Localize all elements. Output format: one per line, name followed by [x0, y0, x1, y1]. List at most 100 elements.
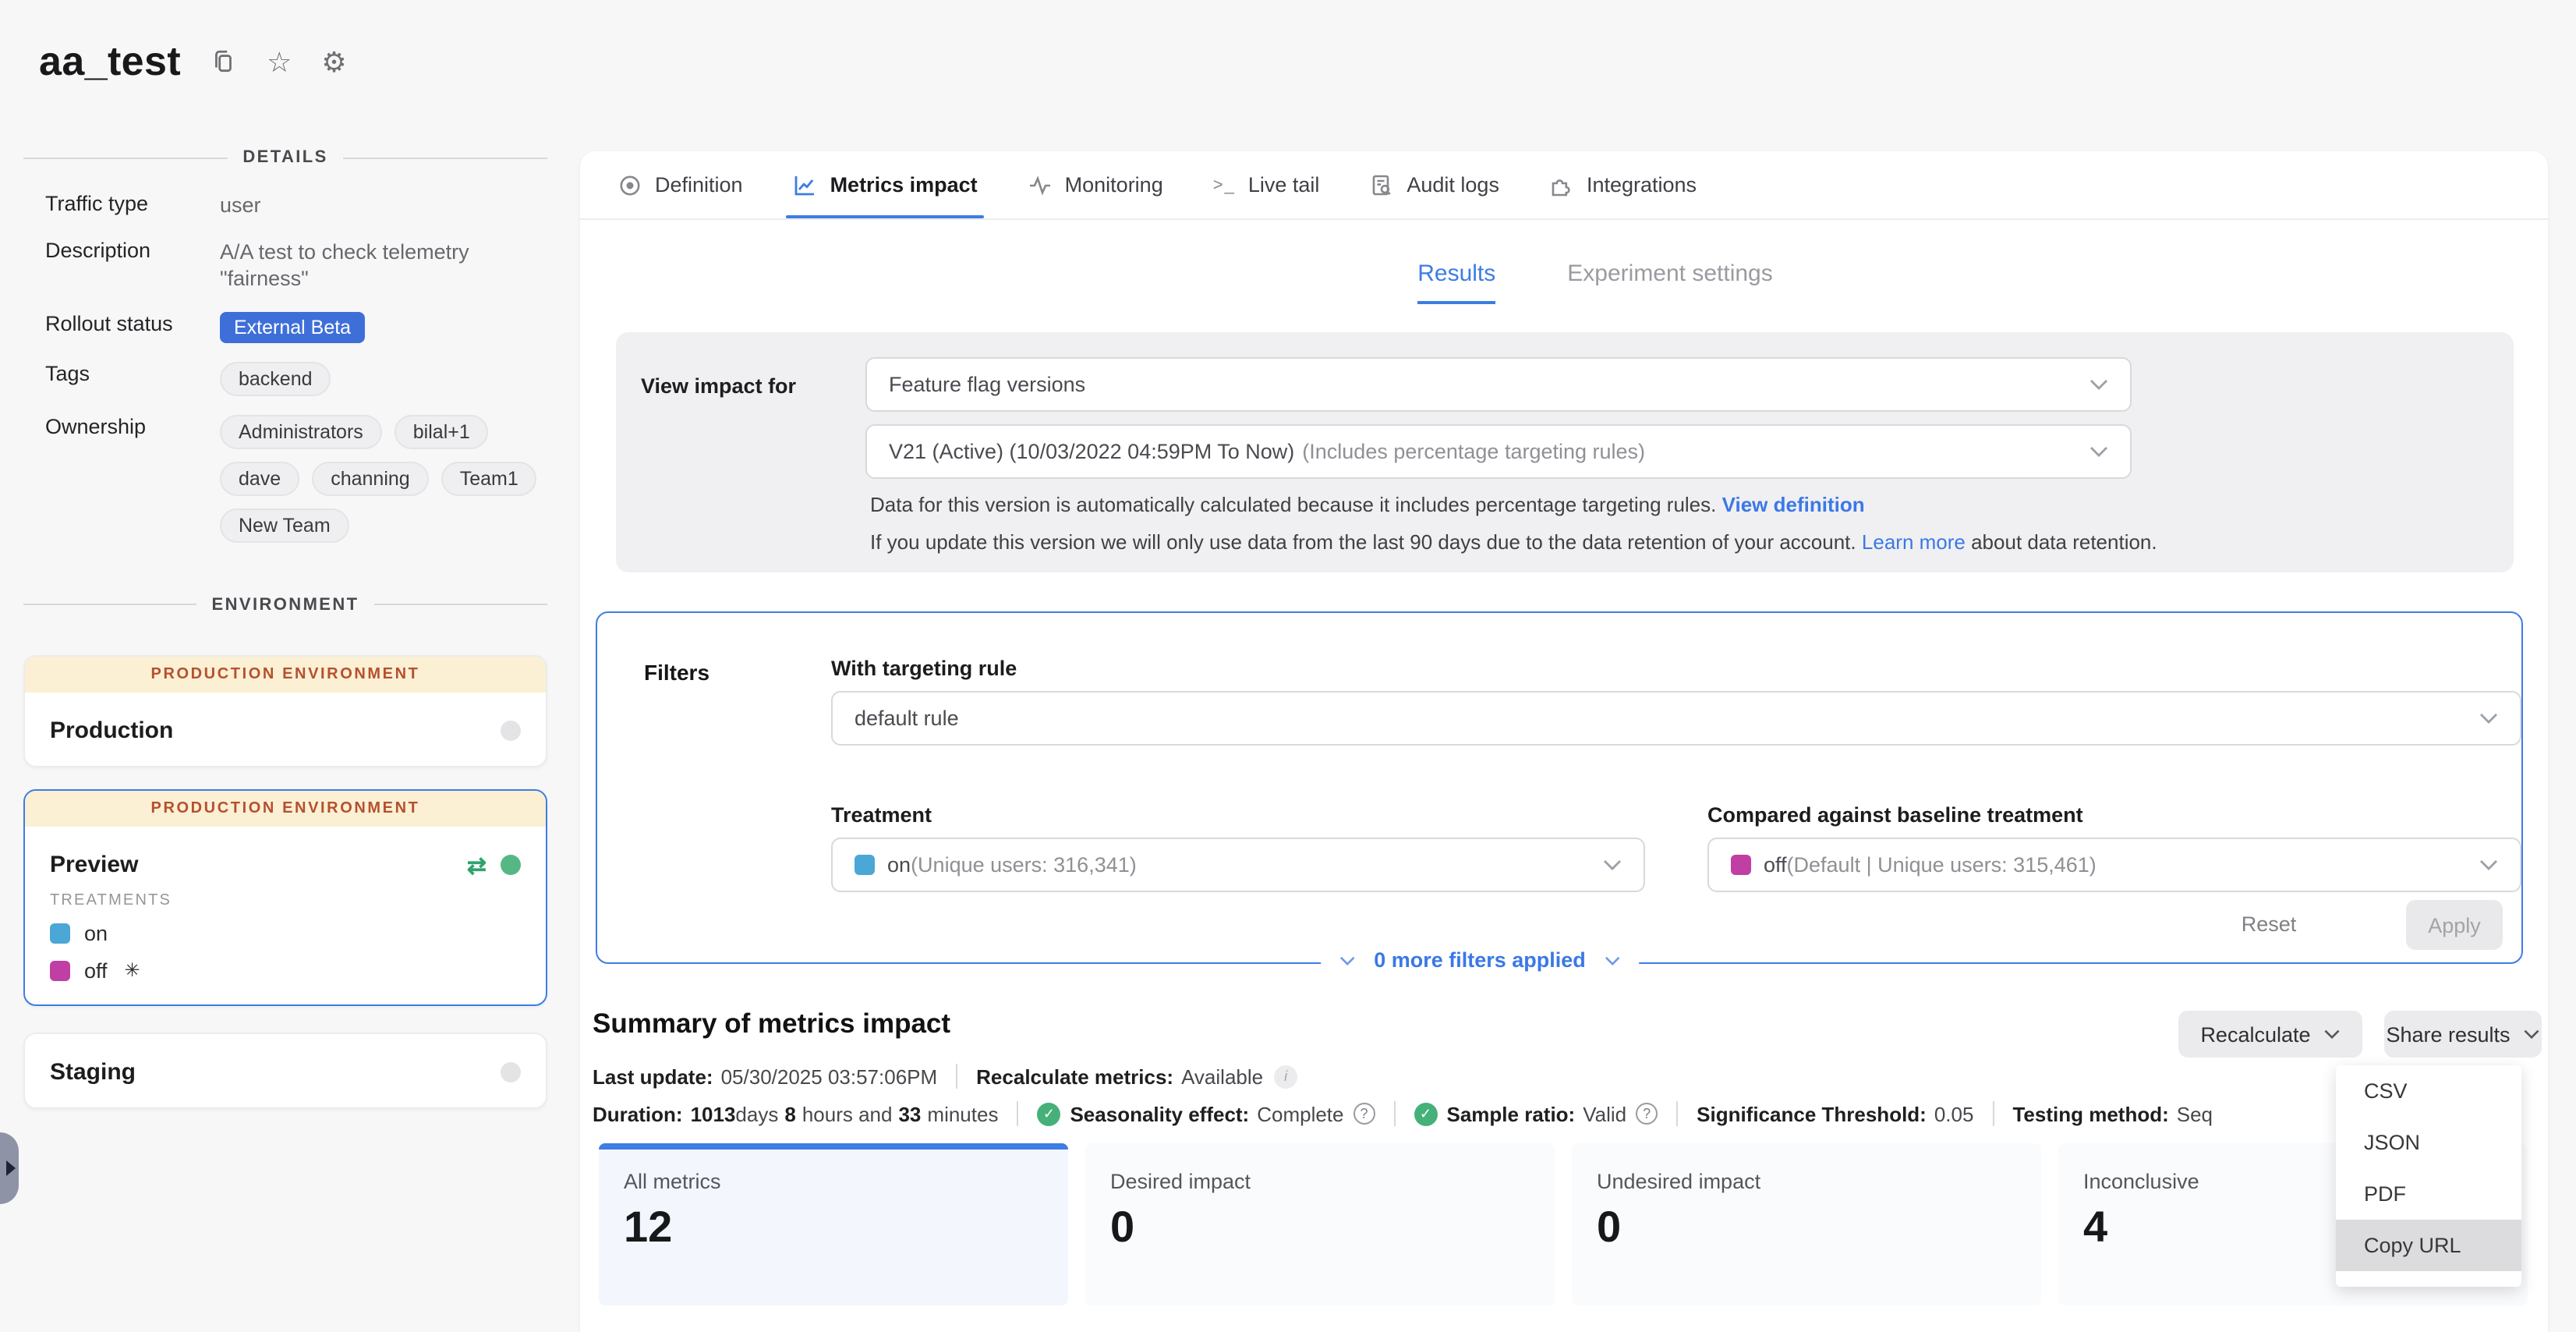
copy-icon[interactable]	[211, 48, 237, 75]
app-root: aa_test ☆ ⚙ DETAILS Traffic type user De…	[0, 0, 2576, 1332]
info-text: If you update this version we will only …	[870, 530, 1856, 554]
info-text: Data for this version is automatically c…	[870, 493, 1716, 516]
last-update-label: Last update:	[593, 1065, 713, 1088]
version-value: V21 (Active) (10/03/2022 04:59PM To Now)	[889, 440, 1294, 463]
tag-pill[interactable]: backend	[220, 361, 331, 395]
chevron-down-icon	[1605, 955, 1620, 965]
view-impact-panel: View impact for Feature flag versions V2…	[616, 332, 2514, 572]
share-menu-item-pdf[interactable]: PDF	[2336, 1168, 2521, 1220]
treatment-color-on	[855, 855, 875, 875]
duration-days: 1013	[691, 1102, 736, 1125]
view-definition-link[interactable]: View definition	[1722, 493, 1865, 516]
baseline-label: Compared against baseline treatment	[1707, 803, 2083, 827]
chevron-down-icon	[1603, 859, 1622, 870]
seasonality-label: Seasonality effect:	[1070, 1102, 1249, 1125]
tab-label: Definition	[655, 173, 743, 197]
share-menu-item-copy-url[interactable]: Copy URL	[2336, 1220, 2521, 1271]
subtab-results[interactable]: Results	[1417, 260, 1495, 304]
seasonality-value: Complete	[1257, 1102, 1343, 1125]
targeting-rule-dropdown[interactable]: default rule	[831, 691, 2521, 746]
impact-type-dropdown[interactable]: Feature flag versions	[865, 357, 2132, 412]
summary-meta-line-2: Duration: 1013 days 8 hours and 33 minut…	[593, 1101, 2213, 1126]
more-filters-toggle[interactable]: 0 more filters applied	[1321, 948, 1639, 972]
details-heading: DETAILS	[242, 148, 327, 167]
baseline-dropdown[interactable]: off (Default | Unique users: 315,461)	[1707, 838, 2521, 892]
swap-treatments-icon[interactable]: ⇄	[467, 851, 487, 879]
gear-icon[interactable]: ⚙	[321, 48, 346, 76]
duration-label: Duration:	[593, 1102, 683, 1125]
treatment-row-off: off ✳	[50, 958, 546, 982]
owner-pill[interactable]: Administrators	[220, 414, 382, 448]
sidebar: aa_test ☆ ⚙ DETAILS Traffic type user De…	[23, 0, 547, 1108]
owner-pill[interactable]: channing	[312, 461, 429, 495]
help-icon[interactable]: ?	[1636, 1103, 1658, 1125]
env-card-preview[interactable]: PRODUCTION ENVIRONMENT Preview ⇄ TREATME…	[23, 788, 547, 1005]
main-panel: Definition Metrics impact Monitoring >_	[580, 151, 2548, 1332]
rollout-status-label: Rollout status	[45, 311, 220, 335]
metric-card-value: 0	[1110, 1203, 1134, 1252]
traffic-type-value: user	[220, 192, 547, 219]
rollout-status-badge[interactable]: External Beta	[220, 311, 365, 342]
chevron-down-icon	[2479, 713, 2498, 724]
chevron-down-icon	[2523, 1029, 2540, 1039]
share-menu-item-json[interactable]: JSON	[2336, 1117, 2521, 1168]
env-name-preview: Preview	[50, 852, 138, 878]
env-card-staging[interactable]: Staging	[23, 1032, 547, 1108]
treatment-dropdown[interactable]: on (Unique users: 316,341)	[831, 838, 1645, 892]
significance-threshold-label: Significance Threshold:	[1697, 1102, 1927, 1125]
help-icon[interactable]: ?	[1353, 1103, 1375, 1125]
treatment-color-off	[50, 960, 70, 980]
page-title: aa_test	[39, 37, 181, 86]
reset-button[interactable]: Reset	[2219, 912, 2319, 936]
version-dropdown[interactable]: V21 (Active) (10/03/2022 04:59PM To Now)…	[865, 424, 2132, 479]
recalculate-button-label: Recalculate	[2200, 1022, 2310, 1046]
tab-live-tail[interactable]: >_ Live tail	[1213, 151, 1320, 218]
env-name-staging: Staging	[50, 1058, 136, 1085]
share-results-button[interactable]: Share results	[2384, 1011, 2542, 1057]
environment-heading: ENVIRONMENT	[212, 595, 359, 614]
metric-card-desired-impact[interactable]: Desired impact 0	[1085, 1143, 1555, 1305]
share-menu-item-csv[interactable]: CSV	[2336, 1065, 2521, 1117]
tab-label: Integrations	[1587, 173, 1697, 197]
treatment-name-on: on	[84, 921, 108, 944]
chevron-right-icon	[6, 1160, 16, 1176]
metric-card-undesired-impact[interactable]: Undesired impact 0	[1572, 1143, 2041, 1305]
owner-pill[interactable]: bilal+1	[395, 414, 489, 448]
line-chart-icon	[793, 172, 818, 197]
tab-monitoring[interactable]: Monitoring	[1028, 151, 1163, 218]
duration-sep: minutes	[927, 1102, 998, 1125]
metric-card-all-metrics[interactable]: All metrics 12	[599, 1143, 1068, 1305]
tab-label: Audit logs	[1407, 173, 1499, 197]
learn-more-link[interactable]: Learn more	[1862, 530, 1966, 554]
sample-ratio-value: Valid	[1583, 1102, 1626, 1125]
subtab-experiment-settings[interactable]: Experiment settings	[1567, 260, 1772, 304]
metric-card-value: 0	[1597, 1203, 1621, 1252]
owner-pill[interactable]: dave	[220, 461, 299, 495]
treatment-color-off	[1731, 855, 1751, 875]
metric-card-value: 12	[624, 1203, 672, 1252]
apply-button[interactable]: Apply	[2406, 900, 2503, 950]
owner-pill[interactable]: New Team	[220, 508, 349, 542]
sidebar-expand-handle[interactable]	[0, 1132, 19, 1204]
info-icon[interactable]: i	[1274, 1065, 1297, 1088]
tab-integrations[interactable]: Integrations	[1549, 151, 1697, 218]
last-update-value: 05/30/2025 03:57:06PM	[721, 1065, 938, 1088]
share-results-menu: CSV JSON PDF Copy URL	[2336, 1065, 2521, 1287]
filters-title: Filters	[644, 660, 709, 685]
significance-threshold-value: 0.05	[1934, 1102, 1974, 1125]
more-filters-label: 0 more filters applied	[1374, 948, 1586, 972]
owner-pill[interactable]: Team1	[441, 461, 537, 495]
star-icon[interactable]: ☆	[267, 48, 292, 76]
env-card-production[interactable]: PRODUCTION ENVIRONMENT Production	[23, 654, 547, 767]
tab-label: Metrics impact	[830, 173, 978, 197]
recalculate-button[interactable]: Recalculate	[2178, 1011, 2362, 1057]
metric-card-label: All metrics	[624, 1170, 721, 1193]
tab-metrics-impact[interactable]: Metrics impact	[793, 151, 978, 218]
terminal-icon: >_	[1213, 175, 1236, 194]
puzzle-icon	[1549, 172, 1574, 197]
tab-definition[interactable]: Definition	[617, 151, 743, 218]
details-rows: Traffic type user Description A/A test t…	[45, 192, 547, 542]
status-dot-gray	[501, 1061, 521, 1082]
default-treatment-asterisk-icon: ✳	[125, 959, 140, 981]
tab-audit-logs[interactable]: Audit logs	[1369, 151, 1499, 218]
